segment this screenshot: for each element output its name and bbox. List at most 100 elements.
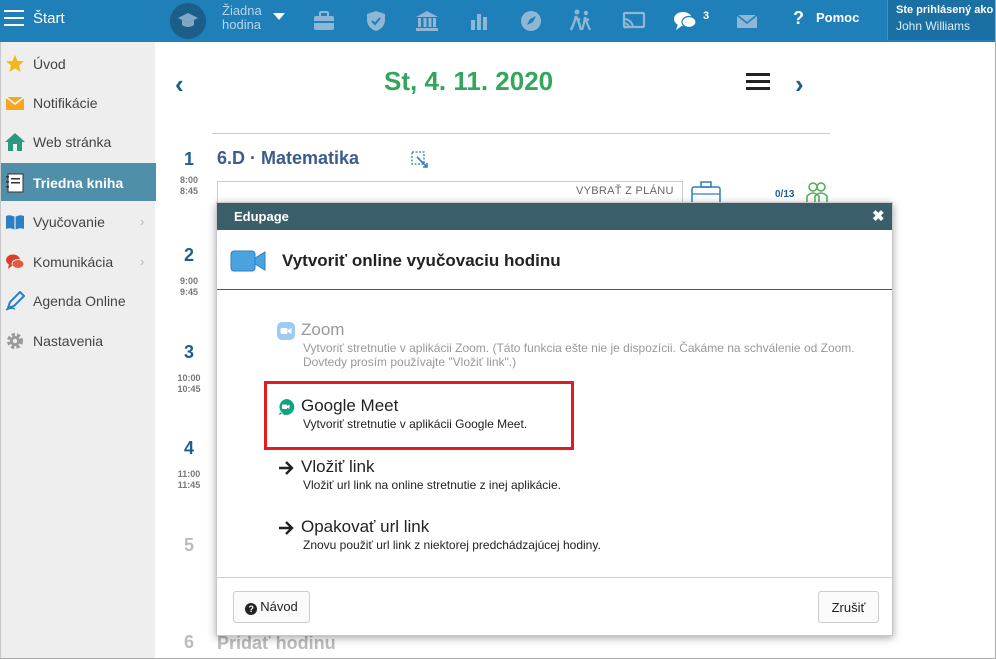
pick-from-plan-link[interactable]: VYBRAŤ Z PLÁNU [576,185,674,197]
chevron-right-icon: › [140,214,145,229]
dialog-title-bar: Vytvoriť online vyučovaciu hodinu [217,230,892,290]
book-icon [5,212,25,232]
chat-count-badge: 3 [703,10,710,22]
sidebar-item-label: Úvod [33,56,66,72]
zoom-icon [277,322,295,340]
arrow-right-icon [277,459,295,477]
period-number: 5 [183,535,194,555]
sidebar-item-label: Komunikácia [33,254,114,270]
screen-share-icon[interactable] [621,8,647,34]
chevron-down-icon[interactable] [273,13,285,20]
period-end-time: 10:45 [177,384,201,394]
logged-in-label: Ste prihlásený ako [896,4,994,16]
period-number: 2 [183,245,194,265]
period-4: 4 11:00 11:45 [174,438,204,491]
chevron-right-icon: › [140,254,145,269]
dialog-title: Vytvoriť online vyučovaciu hodinu [282,251,561,270]
option-description: Vytvoriť stretnutie v aplikácii Zoom. (T… [303,341,855,369]
sidebar-item-notifikacie[interactable]: Notifikácie [1,83,156,121]
sidebar-item-web-stranka[interactable]: Web stránka [1,122,156,160]
chat-icon[interactable] [672,8,698,34]
briefcase-icon[interactable] [311,8,337,34]
period-2: 2 9:00 9:45 [174,245,204,298]
sidebar-item-label: Triedna kniha [33,175,124,191]
notebook-icon [5,173,25,193]
graduation-cap-icon[interactable] [170,3,206,39]
sidebar-item-label: Notifikácie [33,95,98,111]
period-1: 1 8:00 8:45 [174,149,204,197]
edit-icon[interactable] [411,151,429,169]
shield-icon[interactable] [363,8,389,34]
period-start-time: 8:00 [179,175,198,185]
video-camera-icon [230,249,266,273]
sidebar-item-agenda-online[interactable]: Agenda Online [1,281,156,319]
sidebar-item-triedna-kniha[interactable]: Triedna kniha [1,163,156,201]
period-end-time: 11:45 [177,480,201,490]
google-meet-icon [277,398,295,416]
option-name: Opakovať url link [301,517,430,536]
option-name: Vložiť link [301,457,375,476]
lesson-title[interactable]: 6.D · Matematika [217,148,359,169]
pen-icon [5,290,26,311]
user-account-box[interactable]: Ste prihlásený ako John Williams [887,0,996,40]
help-icon[interactable]: ? [793,8,804,29]
guide-button-label: Návod [260,599,298,614]
envelope-icon [5,93,25,113]
period-end-time: 8:45 [179,186,198,196]
option-name: Zoom [301,320,345,339]
period-5: 5 [174,535,204,556]
online-lesson-dialog: Edupage ✖ Vytvoriť online vyučovaciu hod… [216,202,893,636]
next-day-button[interactable]: › [795,69,804,100]
option-name: Google Meet [301,396,399,415]
gear-icon [5,331,25,351]
period-end-time: 9:45 [179,287,198,297]
sidebar-item-label: Nastavenia [33,333,104,349]
period-start-time: 9:00 [179,276,198,286]
option-description: Znovu použiť url link z niektorej predch… [303,538,601,552]
sidebar-item-vyucovanie[interactable]: Vyučovanie › [1,202,156,240]
cancel-button[interactable]: Zrušiť [818,591,879,623]
school-building-icon[interactable] [414,8,440,34]
menu-icon[interactable] [746,73,770,93]
bar-chart-icon[interactable] [466,8,492,34]
star-icon [5,54,25,74]
home-icon [5,132,25,152]
period-6: 6 [174,632,204,653]
compass-icon[interactable] [518,8,544,34]
period-start-time: 10:00 [177,373,201,383]
previous-day-button[interactable]: ‹ [175,69,184,100]
sidebar-item-komunikacia[interactable]: Komunikácia › [1,242,156,280]
sidebar-item-uvod[interactable]: Úvod [1,44,156,82]
arrow-right-icon [277,519,295,537]
lesson-selector-label[interactable]: Žiadna hodina [222,4,272,32]
period-start-time: 11:00 [177,469,201,479]
walking-icon[interactable] [568,8,594,34]
sidebar: Úvod Notifikácie Web stránka Triedna kni… [0,42,156,659]
period-number: 3 [183,342,194,362]
period-number: 6 [183,632,194,652]
sidebar-item-label: Vyučovanie [33,214,105,230]
add-lesson-link[interactable]: Pridať hodinu [217,633,336,654]
guide-button[interactable]: ? Návod [233,591,310,623]
period-3: 3 10:00 10:45 [174,342,204,395]
help-link[interactable]: Pomoc [816,10,859,25]
period-number: 1 [183,149,194,169]
option-description: Vložiť url link na online stretnutie z i… [303,478,561,492]
sidebar-item-label: Agenda Online [33,293,126,309]
date-title: St, 4. 11. 2020 [384,66,554,96]
sidebar-item-nastavenia[interactable]: Nastavenia [1,321,156,359]
period-number: 4 [183,438,194,458]
user-name: John Williams [896,19,971,33]
dialog-header: Edupage ✖ [217,203,892,230]
attendance-count: 0/13 [775,189,795,200]
option-description: Vytvoriť stretnutie v aplikácii Google M… [303,417,528,431]
top-bar: Štart Žiadna hodina 3 ? Pomoc Ste prihlá… [0,0,996,42]
start-link[interactable]: Štart [33,10,65,27]
close-icon[interactable]: ✖ [872,207,885,225]
sidebar-item-label: Web stránka [33,134,112,150]
dialog-header-title: Edupage [234,209,289,224]
chat-icon [5,252,25,272]
divider [212,133,830,134]
envelope-icon[interactable] [734,8,760,34]
menu-icon[interactable] [4,10,24,28]
